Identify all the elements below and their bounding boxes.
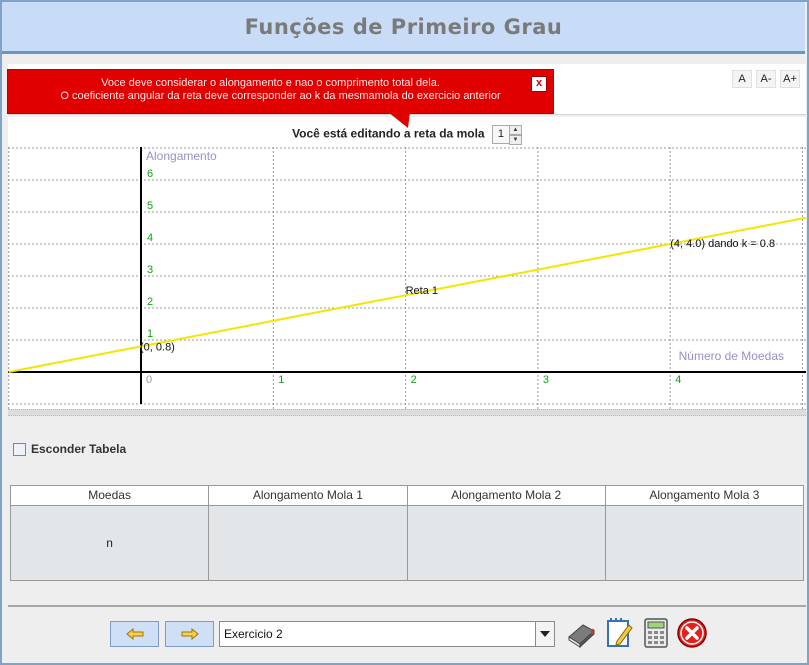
exercise-select-value: Exercicio 2 [224, 627, 283, 641]
font-increase-button[interactable]: A+ [780, 70, 800, 88]
hide-table-checkbox[interactable] [13, 442, 26, 456]
close-icon[interactable] [676, 617, 708, 649]
hint-pointer [388, 112, 410, 128]
y-tick-label: 1 [147, 328, 153, 340]
previous-button[interactable] [110, 621, 159, 647]
spring-number[interactable]: 1 [491, 125, 509, 144]
spring-spinner[interactable]: 1 ▲ ▼ [491, 125, 522, 145]
arrow-right-icon [181, 628, 199, 640]
y-tick-label: 4 [147, 232, 153, 244]
cell-moedas[interactable]: n [11, 506, 210, 580]
hide-table-option[interactable]: Esconder Tabela [13, 442, 126, 456]
hint-close-button[interactable]: x [531, 76, 547, 92]
font-normal-button[interactable]: A [732, 70, 752, 88]
bottom-navigation: Exercicio 2 [8, 605, 806, 662]
hint-line-2: O coeficiente angular da reta deve corre… [60, 90, 501, 102]
x-axis-label: Número de Moedas [679, 349, 784, 363]
app-header: Funções de Primeiro Grau [2, 2, 805, 51]
hint-tooltip: Voce deve considerar o alongamento e nao… [7, 69, 554, 128]
graph-panel: 0 1 2 3 4 1 2 3 4 5 6 Alongamento Número de Moedas (0… [8, 117, 806, 409]
point-start-label: (0, 0.8) [140, 341, 175, 353]
table-row: n [11, 506, 803, 580]
spinner-up-icon[interactable]: ▲ [508, 125, 522, 135]
calculator-icon[interactable] [640, 617, 672, 649]
column-header-moedas[interactable]: Moedas [11, 486, 210, 505]
graph-canvas[interactable]: 0 1 2 3 4 1 2 3 4 5 6 Alongamento Número de Moedas (0… [8, 117, 806, 409]
point-end-label: (4, 4.0) dando k = 0.8 [670, 238, 775, 250]
cell-mola-2[interactable] [408, 506, 606, 580]
exercise-select[interactable]: Exercicio 2 [219, 621, 555, 647]
x-tick-label: 1 [278, 374, 284, 386]
y-tick-label: 3 [147, 264, 153, 276]
font-decrease-button[interactable]: A- [756, 70, 776, 88]
cell-mola-3[interactable] [606, 506, 803, 580]
line-label: Reta 1 [406, 285, 438, 297]
y-tick-label: 5 [147, 200, 153, 212]
hint-line-1: Voce deve considerar o alongamento e nao… [101, 77, 440, 89]
column-header-mola-1[interactable]: Alongamento Mola 1 [209, 486, 408, 505]
header-divider [2, 51, 805, 54]
spinner-down-icon[interactable]: ▼ [508, 135, 522, 145]
next-button[interactable] [165, 621, 214, 647]
panel-divider[interactable] [8, 409, 806, 416]
data-table: Moedas Alongamento Mola 1 Alongamento Mo… [10, 485, 804, 581]
y-tick-label: 2 [147, 296, 153, 308]
column-header-mola-3[interactable]: Alongamento Mola 3 [606, 486, 803, 505]
x-tick-label: 4 [675, 374, 681, 386]
arrow-left-icon [125, 628, 143, 640]
app-title: Funções de Primeiro Grau [244, 14, 563, 39]
notepad-icon[interactable] [603, 617, 635, 649]
column-header-mola-2[interactable]: Alongamento Mola 2 [408, 486, 606, 505]
y-tick-label: 6 [147, 168, 153, 180]
y-axis-label: Alongamento [146, 149, 217, 163]
x-tick-label: 2 [411, 374, 417, 386]
table-header: Moedas Alongamento Mola 1 Alongamento Mo… [11, 486, 803, 506]
hide-table-label[interactable]: Esconder Tabela [31, 442, 126, 456]
graph-caption: Você está editando a reta da mola [292, 126, 485, 141]
cell-mola-1[interactable] [209, 506, 408, 580]
chevron-down-icon[interactable] [535, 622, 554, 646]
font-size-controls: A A- A+ [732, 70, 800, 88]
book-icon[interactable] [565, 617, 597, 649]
x-tick-label: 0 [146, 374, 152, 386]
x-tick-label: 3 [543, 374, 549, 386]
